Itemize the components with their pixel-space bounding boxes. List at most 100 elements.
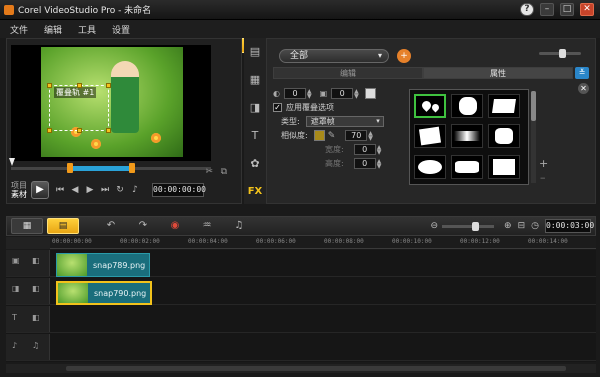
preview-timecode[interactable]: 00:00:00:00: [152, 183, 206, 197]
width-input[interactable]: 0: [353, 144, 376, 155]
transition-icon[interactable]: ◨: [247, 100, 263, 116]
remove-mask-icon[interactable]: –: [540, 171, 546, 184]
mask-rough-rect[interactable]: [488, 94, 520, 118]
scrub-bar[interactable]: [11, 163, 211, 173]
transparency-input[interactable]: 0: [283, 88, 306, 99]
timeline-clip[interactable]: snap789.png: [56, 253, 150, 277]
spinner-arrows[interactable]: ▲ ▼: [354, 88, 359, 99]
menu-tools[interactable]: 工具: [78, 23, 96, 36]
video-track-icon[interactable]: ▣: [12, 256, 20, 265]
record-button[interactable]: ◉: [167, 218, 183, 234]
title-track-icon[interactable]: T: [12, 313, 17, 322]
minimize-button[interactable]: –: [540, 3, 554, 16]
height-input[interactable]: 0: [353, 158, 376, 169]
audio-track: ♪ ♫: [6, 334, 596, 361]
mask-splash[interactable]: [451, 94, 483, 118]
overlay-track: ◨ ◧ snap790.png: [6, 278, 596, 305]
mask-burst[interactable]: [488, 124, 520, 149]
end-button[interactable]: ⏭: [99, 183, 111, 197]
menu-edit[interactable]: 编辑: [44, 23, 62, 36]
title-icon[interactable]: T: [247, 128, 263, 144]
zoom-in-icon[interactable]: ⊕: [504, 221, 512, 231]
spinner-arrows[interactable]: ▲ ▼: [377, 158, 382, 169]
play-button[interactable]: ▶: [31, 181, 49, 199]
close-options-button[interactable]: ✕: [578, 83, 589, 94]
mask-hearts[interactable]: [414, 94, 446, 118]
volume-button[interactable]: ♪: [129, 183, 141, 197]
spinner-arrows[interactable]: ▲ ▼: [377, 144, 382, 155]
redo-button[interactable]: ↷: [135, 218, 151, 234]
audio-mixer-button[interactable]: ♒: [199, 218, 215, 234]
instant-project-icon[interactable]: ▦: [247, 72, 263, 88]
tab-edit-options[interactable]: 编辑: [273, 67, 423, 79]
menu-settings[interactable]: 设置: [112, 23, 130, 36]
preview-screen[interactable]: 覆叠轨 #1: [11, 45, 211, 161]
help-button[interactable]: ?: [520, 3, 534, 16]
mask-square[interactable]: [488, 154, 520, 179]
mask-gradient[interactable]: [451, 124, 483, 149]
timeline-view-button[interactable]: ▤: [47, 218, 79, 234]
thumbnail-size-slider[interactable]: [539, 49, 581, 58]
next-frame-button[interactable]: ▶: [84, 183, 96, 197]
resize-handle[interactable]: [77, 83, 82, 88]
project-duration[interactable]: 0:00:03:00: [545, 219, 594, 233]
track-visibility-icon[interactable]: ◧: [32, 284, 40, 293]
flower-decoration: [151, 133, 161, 143]
media-icon[interactable]: ▤: [247, 44, 263, 60]
mask-torn-paper[interactable]: [414, 124, 446, 149]
graphic-icon[interactable]: ✿: [247, 156, 263, 172]
key-color-swatch[interactable]: [313, 130, 325, 141]
timeline-zoom-slider[interactable]: [442, 221, 495, 231]
time-ruler[interactable]: 00:00:00:00 00:00:02:00 00:00:04:00 00:0…: [50, 237, 596, 249]
scissors-icon[interactable]: ✂: [205, 167, 213, 177]
tab-attributes[interactable]: 属性: [423, 67, 573, 79]
eyedropper-icon[interactable]: ✎: [328, 131, 336, 141]
timeline-zoom-controls: ⊖ ⊕ ⊟ ◷ 0:00:03:00: [425, 219, 594, 233]
apply-overlay-checkbox[interactable]: ✓: [273, 103, 282, 112]
home-button[interactable]: ⏮: [54, 183, 66, 197]
mode-clip[interactable]: 素材: [11, 190, 27, 199]
type-dropdown[interactable]: 遮罩帧 ▾: [305, 116, 384, 127]
spinner-arrows[interactable]: ▲ ▼: [368, 130, 373, 141]
fit-project-icon[interactable]: ⊟: [518, 221, 526, 231]
resize-handle[interactable]: [106, 128, 111, 133]
fx-icon[interactable]: FX: [247, 184, 263, 200]
maximize-button[interactable]: □: [560, 3, 574, 16]
overlay-selection-box[interactable]: 覆叠轨 #1: [47, 83, 111, 133]
trim-range[interactable]: [69, 166, 131, 171]
resize-handle[interactable]: [47, 83, 52, 88]
music-track-icon[interactable]: ♫: [32, 341, 39, 350]
category-dropdown[interactable]: 全部 ▾: [279, 49, 389, 63]
undo-button[interactable]: ↶: [103, 218, 119, 234]
storyboard-view-button[interactable]: ▦: [11, 218, 43, 234]
overlay-track-icon[interactable]: ◨: [12, 284, 20, 293]
gallery-scrollbar[interactable]: [531, 91, 536, 183]
trim-start-handle[interactable]: [67, 163, 73, 173]
add-mask-icon[interactable]: +: [539, 157, 548, 170]
mask-brush[interactable]: [451, 154, 483, 179]
previous-frame-button[interactable]: ◀: [69, 183, 81, 197]
spinner-arrows[interactable]: ▲ ▼: [307, 88, 312, 99]
timeline-clip-selected[interactable]: snap790.png: [56, 281, 152, 305]
repeat-button[interactable]: ↻: [114, 183, 126, 197]
mask-oval[interactable]: [414, 154, 446, 179]
track-visibility-icon[interactable]: ◧: [32, 313, 40, 322]
zoom-out-icon[interactable]: ⊖: [431, 221, 439, 231]
add-to-library-button[interactable]: +: [397, 49, 411, 63]
resize-handle[interactable]: [77, 128, 82, 133]
mode-project[interactable]: 项目: [11, 181, 27, 190]
border-color-swatch[interactable]: [364, 88, 376, 99]
auto-music-button[interactable]: ♫: [231, 218, 247, 234]
similarity-input[interactable]: 70: [345, 130, 368, 141]
resize-handle[interactable]: [106, 83, 111, 88]
resize-handle[interactable]: [47, 128, 52, 133]
border-input[interactable]: 0: [331, 88, 354, 99]
close-button[interactable]: ✕: [580, 3, 594, 16]
enlarge-icon[interactable]: ⧉: [221, 167, 227, 177]
collapse-options-button[interactable]: ≚: [575, 67, 589, 79]
voice-track-icon[interactable]: ♪: [12, 341, 17, 350]
menu-file[interactable]: 文件: [10, 23, 28, 36]
trim-end-handle[interactable]: [129, 163, 135, 173]
timeline-scrollbar[interactable]: [6, 364, 596, 373]
track-visibility-icon[interactable]: ◧: [32, 256, 40, 265]
